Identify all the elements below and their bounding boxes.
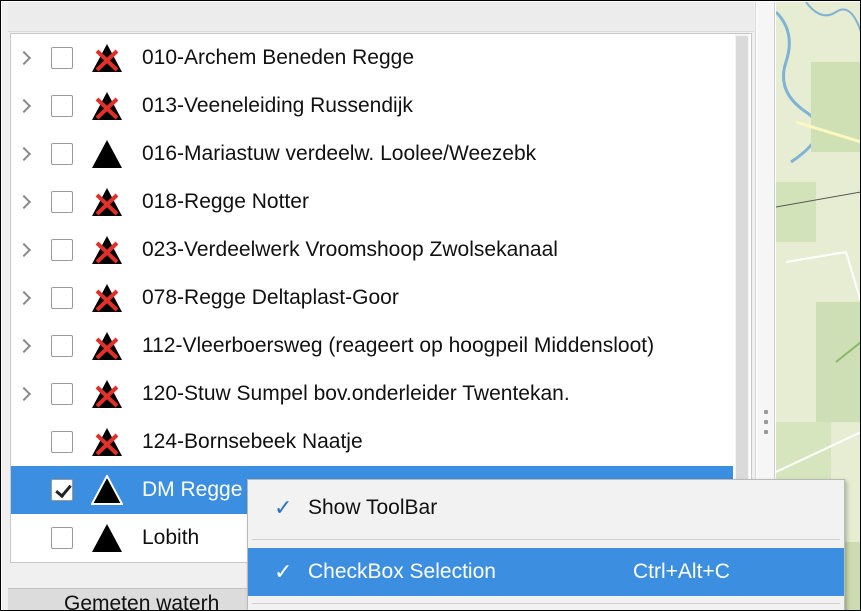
tree-row[interactable]: 078-Regge Deltaplast-Goor — [11, 274, 733, 322]
menu-separator — [252, 539, 840, 540]
tree-row-label: 018-Regge Notter — [142, 190, 309, 213]
checkmark-icon: ✓ — [274, 559, 293, 585]
tree-row-label: DM Regge — [142, 478, 243, 501]
tree-row-label: 023-Verdeelwerk Vroomshoop Zwolsekanaal — [142, 238, 558, 261]
red-x-warning-triangle-icon — [91, 235, 123, 265]
row-checkbox[interactable] — [51, 191, 73, 213]
checkmark-icon: ✓ — [274, 495, 293, 521]
chevron-right-icon[interactable] — [19, 178, 33, 226]
black-triangle-icon — [90, 473, 124, 505]
panel-header — [8, 2, 754, 32]
menu-item-label: Show ToolBar — [308, 496, 438, 519]
chevron-right-icon[interactable] — [19, 322, 33, 370]
red-x-warning-triangle-icon — [91, 379, 123, 409]
bottom-tab-label[interactable]: Gemeten waterh — [64, 592, 219, 610]
red-x-warning-triangle-icon — [91, 43, 123, 73]
chevron-right-icon[interactable] — [19, 130, 33, 178]
tree-row[interactable]: 112-Vleerboersweg (reageert op hoogpeil … — [11, 322, 733, 370]
tree-row[interactable]: 013-Veeneleiding Russendijk — [11, 82, 733, 130]
row-checkbox[interactable] — [51, 431, 73, 453]
row-checkbox[interactable] — [51, 287, 73, 309]
row-checkbox[interactable] — [51, 95, 73, 117]
tree-row-label: Lobith — [142, 526, 200, 549]
splitter-grip-dot — [764, 420, 768, 424]
tree-row-label: 124-Bornsebeek Naatje — [142, 430, 363, 453]
tree-row-label: 120-Stuw Sumpel bov.onderleider Twenteka… — [142, 382, 570, 405]
tree-row[interactable]: 120-Stuw Sumpel bov.onderleider Twenteka… — [11, 370, 733, 418]
red-x-warning-triangle-icon — [91, 283, 123, 313]
tree-row-label: 013-Veeneleiding Russendijk — [142, 94, 413, 117]
chevron-right-icon[interactable] — [19, 370, 33, 418]
red-x-warning-triangle-icon — [91, 187, 123, 217]
application-window: 010-Archem Beneden Regge 013-Veeneleiding… — [0, 0, 861, 611]
tree-row-label: 016-Mariastuw verdeelw. Loolee/Weezebk — [142, 142, 537, 165]
tree-row[interactable]: 124-Bornsebeek Naatje — [11, 418, 733, 466]
black-triangle-icon — [91, 139, 123, 169]
row-checkbox[interactable] — [51, 383, 73, 405]
tree-row[interactable]: 023-Verdeelwerk Vroomshoop Zwolsekanaal — [11, 226, 733, 274]
context-menu: ✓ Show ToolBar ✓ CheckBox Selection Ctrl… — [247, 479, 845, 610]
red-x-warning-triangle-icon — [91, 427, 123, 457]
chevron-right-icon[interactable] — [19, 226, 33, 274]
chevron-right-icon[interactable] — [19, 274, 33, 322]
chevron-right-icon[interactable] — [19, 82, 33, 130]
tree-row-label: 010-Archem Beneden Regge — [142, 46, 415, 69]
tree-row[interactable]: 016-Mariastuw verdeelw. Loolee/Weezebk — [11, 130, 733, 178]
row-checkbox[interactable] — [51, 47, 73, 69]
red-x-warning-triangle-icon — [91, 331, 123, 361]
row-checkbox[interactable] — [51, 335, 73, 357]
tree-row-label: 112-Vleerboersweg (reageert op hoogpeil … — [142, 334, 655, 357]
tree-row[interactable]: 018-Regge Notter — [11, 178, 733, 226]
tree-row-label: 078-Regge Deltaplast-Goor — [142, 286, 399, 309]
menu-separator — [252, 603, 840, 604]
splitter-grip-dot — [764, 430, 768, 434]
tree-row[interactable]: 010-Archem Beneden Regge — [11, 34, 733, 82]
menu-item-show-toolbar[interactable]: ✓ Show ToolBar — [248, 484, 844, 532]
menu-item-label: CheckBox Selection — [308, 560, 496, 583]
black-triangle-icon — [91, 523, 123, 553]
row-checkbox[interactable] — [51, 479, 73, 501]
red-x-warning-triangle-icon — [91, 91, 123, 121]
splitter-grip-dot — [764, 410, 768, 414]
row-checkbox[interactable] — [51, 239, 73, 261]
menu-item-shortcut: Ctrl+Alt+C — [633, 560, 730, 583]
row-checkbox[interactable] — [51, 143, 73, 165]
menu-item-checkbox-selection[interactable]: ✓ CheckBox Selection Ctrl+Alt+C — [248, 548, 844, 596]
row-checkbox[interactable] — [51, 527, 73, 549]
chevron-right-icon[interactable] — [19, 34, 33, 82]
